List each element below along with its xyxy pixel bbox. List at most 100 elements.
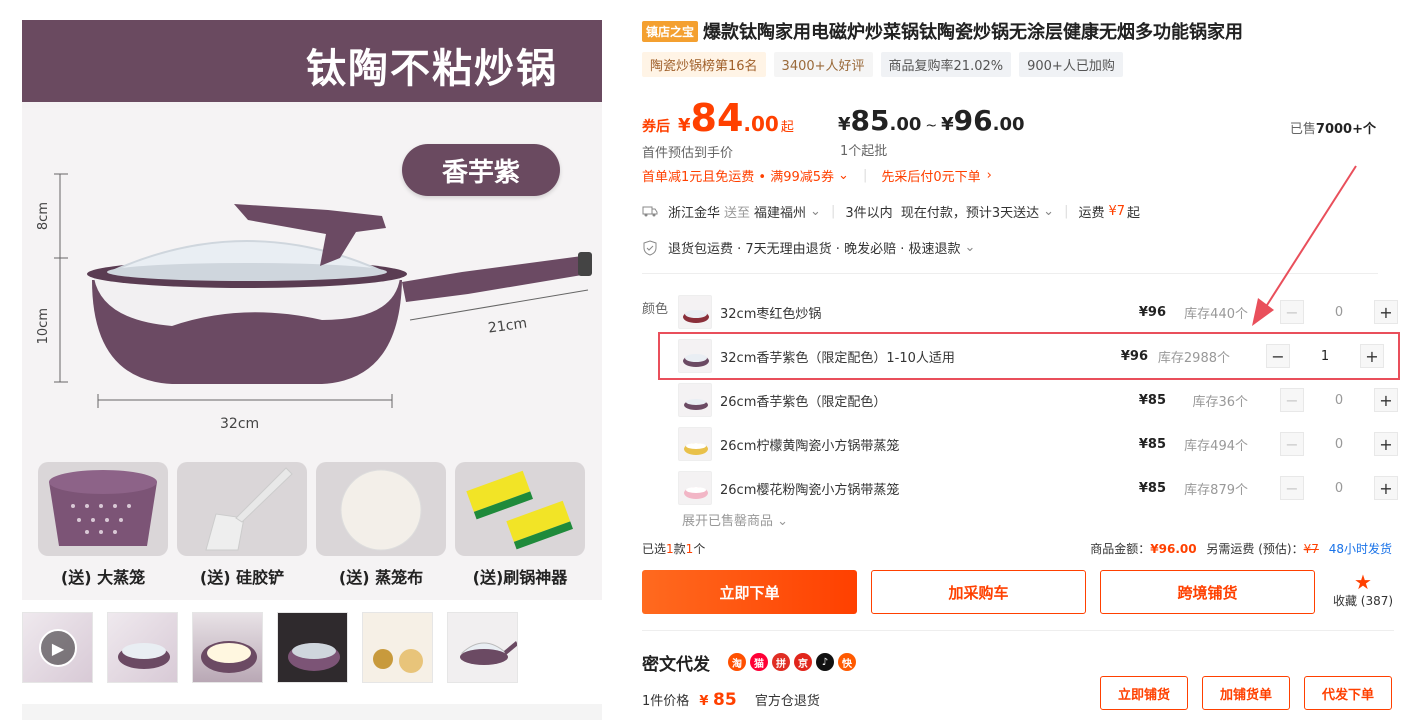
thumbnail-video[interactable]: ▶ [22,612,93,683]
tmall-icon: 猫 [750,653,768,671]
currency: ¥ [678,115,691,136]
rank-tag[interactable]: 陶瓷炒锅榜第16名 [642,52,766,77]
min-order: 1个起批 [840,144,888,159]
decrement-button[interactable]: − [1280,432,1304,456]
increment-button[interactable]: + [1374,432,1398,456]
star-icon[interactable]: ★ [1328,572,1398,592]
title-row: 镇店之宝 爆款钛陶家用电磁炉炒菜锅钛陶瓷炒锅无涂层健康无烟多功能锅家用 [642,18,1243,44]
tag-row: 陶瓷炒锅榜第16名 3400+人好评 商品复购率21.02% 900+人已加购 [642,52,1123,77]
ship-to[interactable]: 福建福州 [754,202,806,221]
list-now-button[interactable]: 立即铺货 [1100,676,1188,710]
favorite-button[interactable]: ★ 收藏 (387) [1328,572,1398,609]
dropship-price: 1件价格 ¥ 85 官方仓退货 [642,690,820,710]
sku-stock: 库存494个 [1184,438,1248,454]
sku-price: ¥85 [1138,480,1166,496]
amount-value: ¥96.00 [1150,542,1197,556]
chevron-down-icon[interactable]: ⌄ [964,240,975,255]
decrement-button[interactable]: − [1280,388,1304,412]
fee-suffix: 起 [1127,206,1141,221]
favorite-label: 收藏 (387) [1332,594,1394,608]
repurchase-tag: 商品复购率21.02% [880,52,1012,77]
douyin-icon: ♪ [816,653,834,671]
ship-fee-label: 另需运费 (预估)： [1206,542,1304,556]
sku-list: 32cm枣红色炒锅 ¥96 库存440个 − 0 + 32cm香芋紫色（限定配色… [658,290,1400,510]
increment-button[interactable]: + [1374,388,1398,412]
thumbnail[interactable] [362,612,433,683]
currency: ¥ [838,114,851,135]
quantity-input[interactable]: 0 [1304,305,1374,320]
quantity-input[interactable]: 1 [1290,349,1360,364]
buy-now-button[interactable]: 立即下单 [642,570,857,614]
dim-diameter: 32cm [220,416,260,432]
thumbnail[interactable] [277,612,348,683]
increment-button[interactable]: + [1374,300,1398,324]
sku-thumbnail[interactable] [678,295,712,329]
accessory-item: (送) 蒸笼布 [316,462,446,588]
currency: ¥ [699,694,709,709]
sku-thumbnail[interactable] [678,383,712,417]
sku-row[interactable]: 26cm柠檬黄陶瓷小方锅带蒸笼 ¥85 库存494个 − 0 + [678,422,1398,466]
review-tag[interactable]: 3400+人好评 [773,52,873,77]
shipping-row: 浙江金华 送至 福建福州 ⌄ | 3件以内 现在付款，预计3天送达 ⌄ | 运费… [642,202,1140,221]
sku-row[interactable]: 32cm枣红色炒锅 ¥96 库存440个 − 0 + [678,290,1398,334]
service-list[interactable]: 退货包运费 · 7天无理由退货 · 晚发必赔 · 极速退款 [668,238,960,257]
first-order-promo[interactable]: 首单减1元且免运费 • 满99减5券 [642,166,834,185]
decrement-button[interactable]: − [1280,476,1304,500]
chevron-down-icon[interactable]: ⌄ [1043,204,1054,219]
sku-thumbnail[interactable] [678,427,712,461]
pay-later-promo[interactable]: 先采后付0元下单 [881,166,980,185]
sku-row[interactable]: 26cm香芋紫色（限定配色） ¥85 库存36个 − 0 + [678,378,1398,422]
spatula-icon [177,462,307,556]
dropship-title: 密文代发 [642,655,710,675]
dim-height-top: 8cm [36,202,51,231]
increment-button[interactable]: + [1374,476,1398,500]
expand-label: 展开已售罄商品 [682,514,774,529]
cross-border-button[interactable]: 跨境铺货 [1100,570,1315,614]
chevron-down-icon[interactable]: ⌄ [838,168,849,183]
play-icon[interactable]: ▶ [39,629,77,667]
store-badge: 镇店之宝 [642,20,699,42]
sku-stock: 库存879个 [1184,482,1248,498]
action-buttons: 立即下单 加采购车 跨境铺货 [642,570,1315,614]
sku-row[interactable]: 26cm樱花粉陶瓷小方锅带蒸笼 ¥85 库存879个 − 0 + [678,466,1398,510]
sku-thumbnail[interactable] [678,471,712,505]
sku-row-selected[interactable]: 32cm香芋紫色（限定配色）1-10人适用 ¥96 库存2988个 − 1 + [658,332,1400,380]
selected-mid: 款 [673,542,686,556]
expand-soldout[interactable]: 展开已售罄商品 ⌄ [682,510,788,529]
sku-stock: 库存440个 [1184,306,1248,322]
add-listing-button[interactable]: 加铺货单 [1202,676,1290,710]
sku-price: ¥85 [1138,392,1166,408]
chevron-right-icon[interactable]: › [987,168,992,183]
sold-label: 已售 [1289,122,1316,137]
price-block: 券后 ¥84.00 起 首件预估到手价 ¥85.00 ~ ¥96.00 1个起批 已售… [642,96,1394,161]
amount-summary: 商品金额：¥96.00 另需运费 (预估)：¥7 48小时发货 [1090,540,1392,557]
add-cart-button[interactable]: 加采购车 [871,570,1086,614]
sponge-icon [455,462,585,556]
thumbnail[interactable] [447,612,518,683]
dropship-buttons: 立即铺货 加铺货单 代发下单 [1100,676,1392,710]
dropship-order-button[interactable]: 代发下单 [1304,676,1392,710]
chevron-down-icon[interactable]: ⌄ [810,204,821,219]
platform-icons: 淘 猫 拼 京 ♪ 快 [728,653,856,671]
decrement-button[interactable]: − [1266,344,1290,368]
accessory-row: (送) 大蒸笼 (送) 硅胶铲 (送) 蒸笼布 (送)刷锅神器 [38,462,585,588]
thumbnail[interactable] [107,612,178,683]
main-product-image[interactable]: 钛陶不粘炒锅 香芋紫 8cm 10cm 21cm 32cm (送) 大蒸笼 (送… [22,20,602,600]
thumbnail[interactable] [192,612,263,683]
quantity-input[interactable]: 0 [1304,481,1374,496]
decrement-button[interactable]: − [1280,300,1304,324]
sku-thumbnail[interactable] [678,339,712,373]
increment-button[interactable]: + [1360,344,1384,368]
price-range: ¥85.00 ~ ¥96.00 [838,104,1025,137]
quantity-input[interactable]: 0 [1304,437,1374,452]
price-int: 84 [690,96,744,140]
quantity-input[interactable]: 0 [1304,393,1374,408]
accessory-label: (送) 大蒸笼 [60,568,146,587]
steamer-basket-icon [38,462,168,556]
dropship-price-label: 1件价格 [642,694,690,709]
dispatch-time: 48小时发货 [1328,542,1392,556]
thumbnail-strip: ▶ [22,612,518,683]
sku-name: 32cm枣红色炒锅 [720,306,822,322]
sku-name: 32cm香芋紫色（限定配色）1-10人适用 [720,350,955,366]
divider: | [862,168,868,183]
